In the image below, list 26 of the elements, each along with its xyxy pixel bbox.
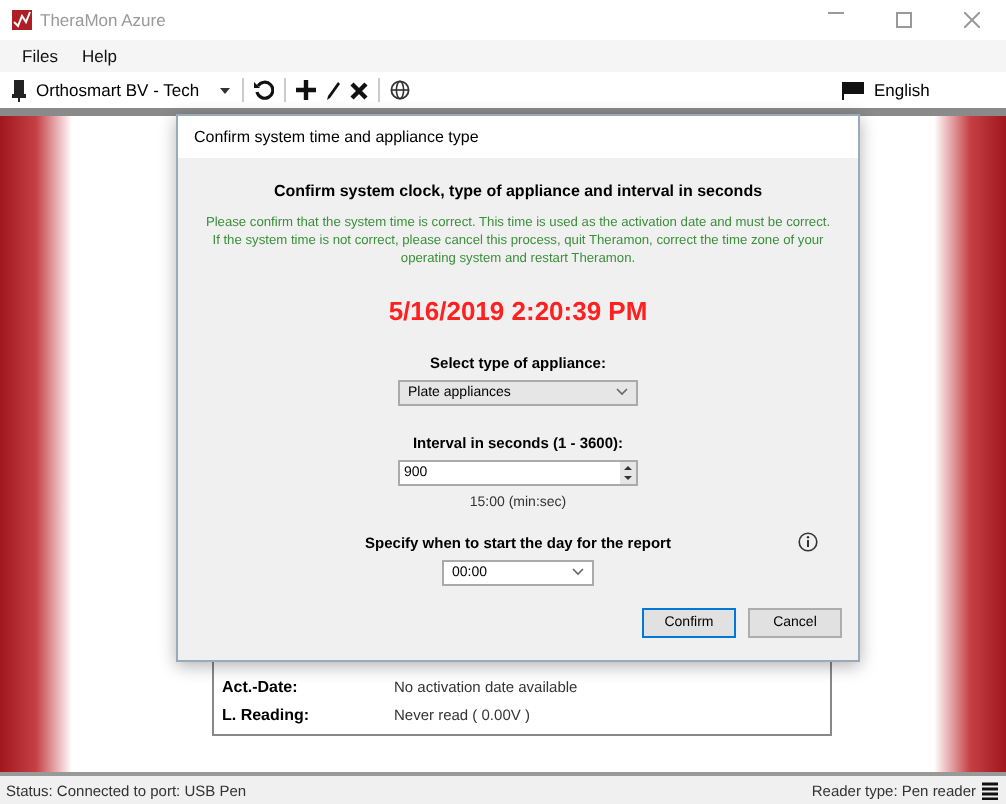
menu-item[interactable]: Help <box>81 46 117 66</box>
menu-item[interactable]: Files <box>22 46 58 66</box>
info-label: L. Reading: <box>222 705 312 723</box>
language-selector[interactable]: English <box>874 80 994 100</box>
maximize-icon[interactable] <box>896 12 912 28</box>
refresh-icon[interactable] <box>254 80 274 100</box>
delete-icon[interactable] <box>350 81 368 99</box>
dialog-heading: Confirm system clock, type of appliance and interval in seconds <box>273 182 763 200</box>
window-title: TheraMon Azure <box>40 10 168 30</box>
reader-icon <box>982 781 998 799</box>
info-label: Act.-Date: <box>222 677 300 695</box>
info-icon[interactable] <box>798 531 818 552</box>
caret-icon <box>572 568 584 577</box>
caret-icon <box>616 388 628 397</box>
device-icon <box>12 79 26 101</box>
app-logo-icon <box>12 10 32 30</box>
plus-icon[interactable] <box>296 80 316 100</box>
close-icon[interactable] <box>964 12 980 28</box>
dialog-title: Confirm system time and appliance type <box>178 116 858 158</box>
system-clock: 5/16/2019 2:20:39 PM <box>388 295 648 326</box>
profile-dropdown[interactable]: Orthosmart BV - Tech <box>36 80 232 100</box>
pencil-icon[interactable] <box>326 81 340 99</box>
spin-arrows-icon[interactable] <box>620 461 636 484</box>
flag-icon <box>842 81 864 99</box>
globe-icon[interactable] <box>390 80 410 100</box>
dropdown-arrow-icon <box>219 87 230 93</box>
